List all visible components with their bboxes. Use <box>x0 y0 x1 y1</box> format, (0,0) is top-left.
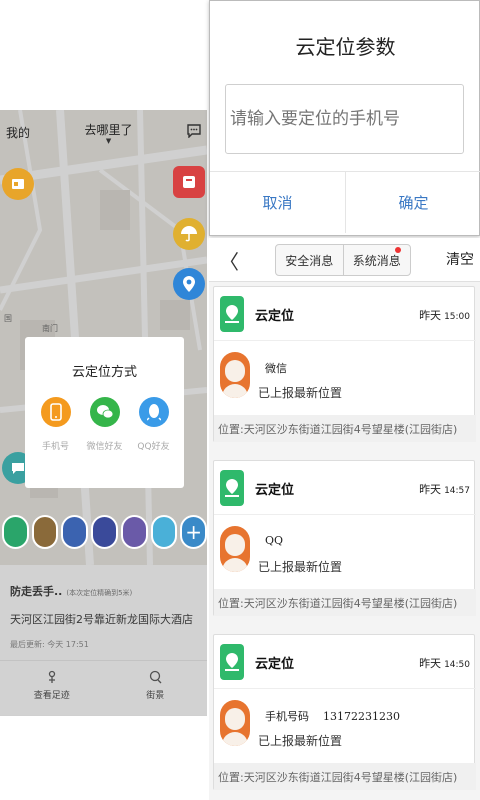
message-status: 已上报最新位置 <box>258 560 343 574</box>
messages-header: 〈 安全消息 系统消息 清空 <box>209 238 480 282</box>
app-logo-icon <box>220 644 244 680</box>
dialog-title: 云定位参数 <box>295 35 396 59</box>
method-qq-option[interactable]: QQ好友 <box>130 397 178 452</box>
unread-dot <box>395 247 401 253</box>
my-button[interactable]: 我的 <box>6 124 30 141</box>
locate-params-dialog: 云定位参数 取消 确定 <box>209 0 480 236</box>
sender-type: QQ <box>265 534 284 547</box>
message-location: 位置:天河区沙东街道江园街4号望星楼(江园街店) <box>214 589 476 616</box>
app-name: 云定位 <box>255 657 295 672</box>
phone-icon <box>40 397 71 427</box>
avatar <box>220 700 250 746</box>
member-avatars: + <box>2 507 207 557</box>
messages-screen: 〈 安全消息 系统消息 清空 云定位 昨天 15:00 微信 已上报最新位置 位置… <box>209 238 480 800</box>
message-location: 位置:天河区沙东街道江园街4号望星楼(江园街店) <box>214 763 476 790</box>
locate-method-dialog: 云定位方式 手机号 微信好友 QQ好友 <box>25 337 184 488</box>
cancel-button[interactable]: 取消 <box>210 172 345 233</box>
method-wechat-option[interactable]: 微信好友 <box>81 397 129 452</box>
page-title: 去哪里了 <box>84 122 133 137</box>
wechat-icon <box>89 397 120 427</box>
avatar[interactable] <box>91 515 118 549</box>
map-screen: 南门 国 西 我的 去哪里了 ▼ + 防走丢手..(本次定位 <box>0 0 207 716</box>
confirm-button[interactable]: 确定 <box>345 172 480 233</box>
message-card[interactable]: 云定位 昨天 15:00 微信 已上报最新位置 位置:天河区沙东街道江园街4号望星… <box>213 286 476 442</box>
app-logo-icon <box>220 470 244 506</box>
message-time: 昨天 15:00 <box>419 309 470 322</box>
message-type-tabs: 安全消息 系统消息 <box>275 244 411 276</box>
message-status: 已上报最新位置 <box>258 386 343 400</box>
app-name: 云定位 <box>255 483 295 498</box>
chat-bubble-icon[interactable] <box>187 123 201 142</box>
title-dropdown[interactable]: 去哪里了 ▼ <box>85 121 133 145</box>
message-card[interactable]: 云定位 昨天 14:50 手机号码 13172231230 已上报最新位置 位置:… <box>213 634 476 790</box>
status-area <box>0 0 207 110</box>
map-header: 我的 去哪里了 ▼ <box>0 110 207 155</box>
qq-icon <box>138 397 169 427</box>
app-logo-icon <box>220 296 244 332</box>
avatar[interactable] <box>120 515 148 549</box>
bottom-overlay <box>0 565 207 715</box>
dialog-title: 云定位方式 <box>71 365 137 380</box>
caret-down-icon: ▼ <box>105 136 112 145</box>
message-time: 昨天 14:57 <box>419 483 470 496</box>
avatar <box>220 352 250 398</box>
method-phone-option[interactable]: 手机号 <box>32 397 80 452</box>
app-name: 云定位 <box>255 309 295 324</box>
avatar <box>220 526 250 572</box>
card-icon[interactable] <box>2 168 34 200</box>
message-time: 昨天 14:50 <box>419 657 470 670</box>
umbrella-icon[interactable] <box>173 218 205 250</box>
avatar[interactable] <box>2 515 29 549</box>
red-card-icon[interactable] <box>173 166 205 198</box>
back-icon[interactable]: 〈 <box>219 246 239 275</box>
clear-button[interactable]: 清空 <box>446 249 474 269</box>
sender-type: 微信 <box>265 362 287 375</box>
phone-number-input[interactable] <box>225 84 464 154</box>
avatar[interactable] <box>150 515 178 549</box>
avatar[interactable] <box>61 515 89 549</box>
sender-type: 手机号码 13172231230 <box>265 710 400 723</box>
message-status: 已上报最新位置 <box>258 734 343 748</box>
add-member-icon[interactable]: + <box>180 515 207 549</box>
avatar[interactable] <box>31 515 59 549</box>
location-pin-icon[interactable] <box>173 268 205 300</box>
tab-security-messages[interactable]: 安全消息 <box>276 245 343 275</box>
message-location: 位置:天河区沙东街道江园街4号望星楼(江园街店) <box>214 415 476 442</box>
message-card[interactable]: 云定位 昨天 14:57 QQ 已上报最新位置 位置:天河区沙东街道江园街4号望星… <box>213 460 476 616</box>
